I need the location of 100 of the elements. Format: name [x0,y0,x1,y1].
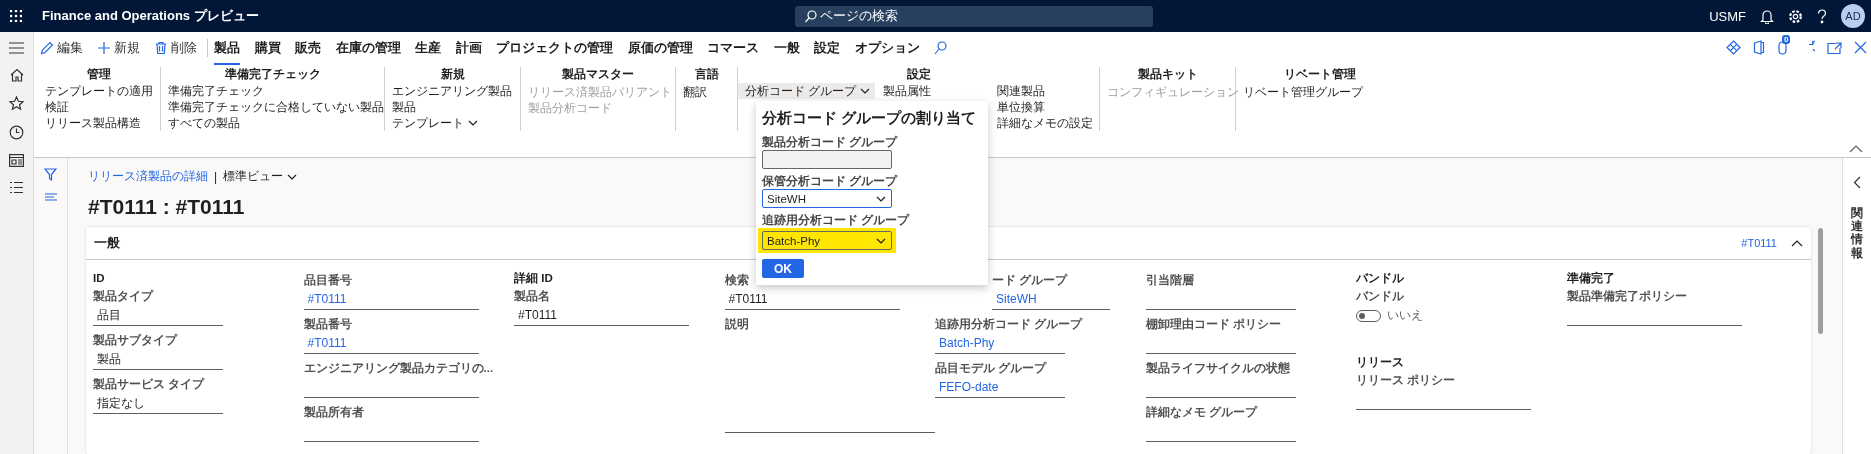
field-value[interactable]: FEFO-date [935,377,1065,398]
ok-button[interactable]: OK [762,259,804,278]
field-label: 引当階層 [1145,273,1194,288]
company-name[interactable]: USMF [1709,8,1746,24]
group-title: リベート管理 [1283,67,1357,83]
ribbon-command[interactable]: すべての製品 [168,115,240,131]
menu-icon[interactable] [9,42,24,54]
field-value[interactable]: #T0111 [303,289,479,310]
list-icon[interactable] [9,181,24,194]
field-label: 製品名 [514,289,550,304]
delete-button[interactable]: 削除 [154,38,197,57]
field-value: #T0111 [514,305,689,326]
paperclip-icon[interactable] [1777,40,1788,55]
settings-icon[interactable] [1788,8,1803,24]
ribbon-tab[interactable]: 生産 [415,30,441,65]
group-heading: リリース [1356,355,1404,370]
search-icon[interactable] [934,40,947,55]
chevron-left-icon[interactable] [1853,176,1861,189]
field-value: 指定なし [93,393,223,414]
ribbon-tab[interactable]: 在庫の管理 [335,30,401,65]
clock-icon[interactable] [9,125,24,140]
help-icon[interactable] [1817,8,1827,24]
collapse-icon[interactable] [1849,145,1863,153]
field-label: 製品準備完了ポリシー [1566,288,1687,304]
field-label: 製品サービス タイプ [93,376,205,392]
page-title: #T0111 : #T0111 [88,195,245,219]
close-icon[interactable] [1854,41,1867,54]
ribbon-command[interactable]: テンプレートの適用 [45,83,153,99]
field-value[interactable]: SiteWH [992,289,1110,310]
ribbon-tab[interactable]: 一般 [773,30,800,65]
ribbon-command[interactable]: 準備完了チェック [168,83,264,99]
edit-button[interactable]: 編集 [40,38,83,57]
group-heading: 準備完了 [1566,270,1615,286]
field-label: ード グループ [992,272,1068,288]
office-icon[interactable] [1753,40,1765,55]
ribbon-command[interactable]: 翻訳 [683,84,707,100]
field-label: 製品サブタイプ [93,332,177,348]
field-label: リリース ポリシー [1356,373,1456,388]
separator: | [214,169,218,184]
ribbon-tab[interactable]: コマース [707,30,759,65]
star-icon[interactable] [9,96,24,111]
trash-icon [154,40,168,55]
field-value: 製品 [93,349,223,370]
group-title: 準備完了チェック [223,67,322,83]
group-title: 製品マスター [561,67,635,83]
ribbon-tab[interactable]: 販売 [295,30,321,65]
ribbon-command[interactable]: 製品 [392,99,416,115]
ribbon-dropdown[interactable]: テンプレート [392,115,479,131]
ribbon-command[interactable]: エンジニアリング製品 [392,83,512,99]
group-title: 管理 [86,67,112,83]
ribbon-command[interactable]: 製品属性 [883,83,932,99]
ribbon-command[interactable]: 詳細なメモの設定 [997,115,1094,131]
app-launcher-icon[interactable] [10,10,22,22]
field-label: バンドル [1356,289,1404,304]
ribbon-tab[interactable]: 製品 [214,30,240,65]
field-label: エンジニアリング製品カテゴリの... [303,361,494,376]
ribbon-command[interactable]: 単位換算 [997,99,1046,115]
ribbon-tab[interactable]: 原価の管理 [627,30,693,65]
filter-icon[interactable] [44,168,57,181]
dialog-title: 分析コード グループの割り当て [762,108,978,128]
diamond-icon[interactable] [1726,40,1741,55]
group-title: 製品キット [1136,67,1199,83]
related-pane-title[interactable]: 関連情報 [1851,207,1863,260]
ribbon-command[interactable]: 関連製品 [997,83,1046,99]
ribbon-tab[interactable]: オプション [854,30,920,65]
section-title[interactable]: 一般 [94,234,120,252]
ribbon-command[interactable]: リベート管理グループ [1243,84,1363,100]
avatar[interactable]: AD [1841,4,1865,28]
dropdown-field[interactable]: Batch-Phy [762,231,892,250]
field-label: 説明 [724,317,749,332]
home-icon[interactable] [9,68,24,82]
ribbon-command[interactable]: 準備完了チェックに合格していない製品 [168,99,384,115]
workspace-icon[interactable] [9,154,24,167]
field-value[interactable]: #T0111 [303,333,479,354]
breadcrumb-link[interactable]: リリース済製品の詳細 [88,168,208,185]
attachment-count: 0 [1782,35,1791,44]
ribbon-tab[interactable]: プロジェクトの管理 [496,30,613,65]
app-title: Finance and Operations プレビュー [42,7,259,25]
field-value[interactable]: Batch-Phy [935,333,1065,354]
ribbon-tab[interactable]: 計画 [455,30,482,65]
field-label: 詳細なメモ グループ [1145,404,1257,421]
dropdown-field[interactable]: SiteWH [762,189,892,208]
field-label: 製品ライフサイクルの状態 [1145,361,1290,376]
field-label: 棚卸理由コード ポリシー [1145,317,1281,332]
scrollbar[interactable] [1818,228,1823,334]
ribbon-command[interactable]: 検証 [45,99,69,115]
ribbon-command[interactable]: リリース製品構造 [45,115,141,131]
ribbon-tab[interactable]: 購買 [254,30,281,65]
view-selector[interactable]: 標準ビュー [223,168,299,185]
field-label: 追跡用分析コード グループ [762,213,910,228]
ribbon-tab[interactable]: 設定 [814,30,840,65]
toggle-label: いいえ [1387,307,1423,324]
field-label: 製品所有者 [303,405,364,420]
popout-icon[interactable] [1827,41,1842,54]
field-label: 品目番号 [303,272,352,288]
new-button[interactable]: 新規 [97,38,140,57]
bell-icon[interactable] [1760,8,1774,24]
search-field[interactable]: ページの検索 [795,5,1153,27]
chevron-up-icon[interactable] [1791,239,1803,247]
ribbon-dropdown[interactable]: 分析コード グループ [738,83,876,99]
